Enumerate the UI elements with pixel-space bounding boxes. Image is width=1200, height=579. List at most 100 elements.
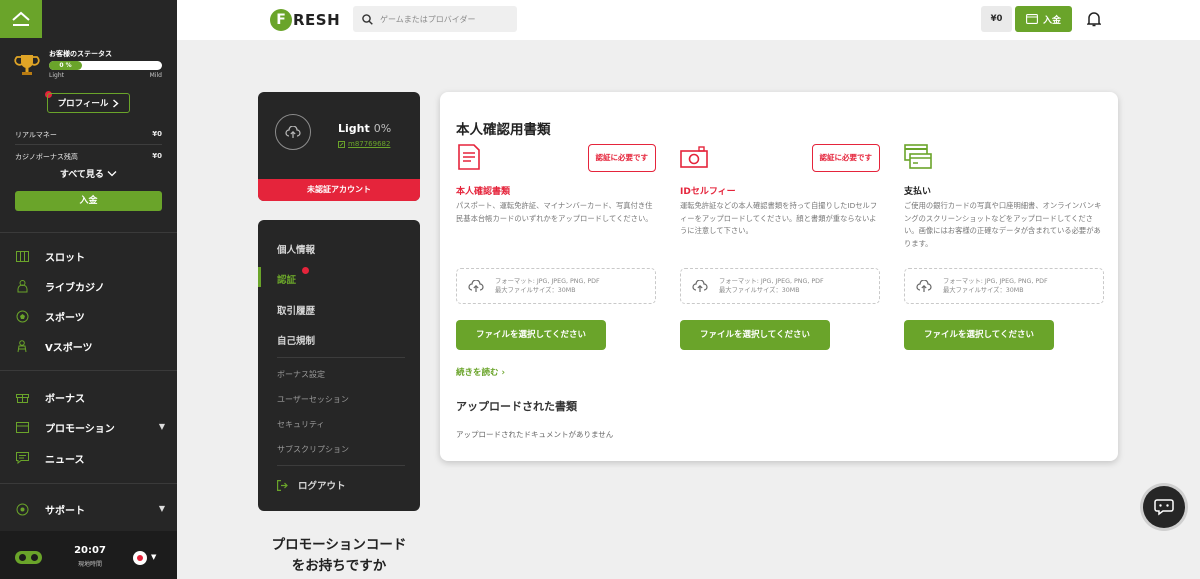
required-badge: 認証に必要です — [811, 144, 880, 172]
menu-item-bonus-settings[interactable]: ボーナス設定 — [277, 369, 325, 380]
balance-value: ¥0 — [152, 152, 162, 160]
doc-description: パスポート、運転免許証、マイナンバーカード、写真付き住民基本台帳カードのいずれか… — [456, 201, 653, 223]
profile-button-label: プロフィール — [57, 99, 109, 109]
read-more-label: 続きを読む — [456, 368, 499, 378]
promo-code-heading: プロモーションコード をお持ちですか — [258, 535, 420, 577]
balance-label: カジノボーナス残高 — [15, 153, 78, 161]
file-drop-zone[interactable]: フォーマット: JPG, JPEG, PNG, PDF 最大ファイルサイズ：30M… — [456, 268, 656, 304]
see-all-toggle[interactable]: すべて見る — [0, 167, 177, 180]
doc-description: ご使用の銀行カードの写真や口座明細書、オンラインバンキングのスクリーンショットな… — [904, 201, 1102, 248]
sidebar-item-label: スポーツ — [45, 312, 85, 324]
promo-line: プロモーションコード — [271, 537, 407, 553]
edit-icon — [338, 140, 345, 148]
balance-label: リアルマネー — [15, 131, 57, 139]
chat-icon — [1154, 499, 1174, 516]
soccer-ball-icon — [16, 310, 28, 322]
balance-value: ¥0 — [152, 130, 162, 138]
language-flag-icon[interactable] — [133, 551, 147, 565]
menu-item-transactions[interactable]: 取引履歴 — [277, 303, 315, 317]
vsport-icon — [17, 339, 27, 352]
sidebar-item-slots[interactable]: スロット — [15, 247, 165, 265]
promo-line: をお持ちですか — [291, 558, 387, 574]
menu-item-verification[interactable]: 認証 — [277, 272, 296, 286]
select-file-button[interactable]: ファイルを選択してください — [904, 320, 1054, 350]
slot-icon — [15, 250, 29, 262]
required-badge: 認証に必要です — [587, 144, 656, 172]
level-to: Mild — [149, 72, 162, 79]
sidebar-item-sports[interactable]: スポーツ — [15, 307, 165, 325]
home-button[interactable] — [0, 0, 42, 38]
status-progress-bar: 0 % — [49, 61, 162, 70]
account-level-name: Light — [338, 122, 370, 135]
file-max-size: 最大ファイルサイズ：30MB — [495, 287, 576, 294]
file-drop-zone[interactable]: フォーマット: JPG, JPEG, PNG, PDF 最大ファイルサイズ：30M… — [680, 268, 880, 304]
file-formats: フォーマット: JPG, JPEG, PNG, PDF — [719, 278, 824, 285]
clock-label: 現地時間 — [77, 561, 102, 568]
sidebar-item-label: ニュース — [45, 454, 85, 466]
account-level-percent: 0% — [373, 122, 392, 135]
read-more-link[interactable]: 続きを読む › — [456, 366, 505, 378]
sidebar-item-news[interactable]: ニュース — [15, 449, 165, 467]
caret-down-icon: ▼ — [158, 422, 165, 431]
file-max-size: 最大ファイルサイズ：30MB — [719, 287, 800, 294]
account-menu: 個人情報 認証 取引履歴 自己規制 ボーナス設定 ユーザーセッション セキュリテ… — [258, 220, 420, 511]
document-icon — [458, 144, 480, 170]
avatar[interactable] — [275, 114, 311, 150]
header-deposit-button[interactable]: 入金 — [1015, 6, 1072, 32]
search-icon — [362, 13, 373, 25]
bell-icon[interactable] — [1087, 11, 1101, 27]
divider — [0, 232, 177, 233]
select-file-button[interactable]: ファイルを選択してください — [456, 320, 606, 350]
sidebar-item-support[interactable]: サポート ▼ — [15, 500, 165, 518]
doc-title: 支払い — [904, 187, 932, 197]
theme-toggle[interactable] — [15, 551, 42, 564]
status-title: お客様のステータス — [49, 50, 112, 58]
payment-card-icon — [904, 144, 932, 169]
divider — [0, 483, 177, 484]
sidebar-item-label: Vスポーツ — [45, 342, 93, 354]
menu-item-security[interactable]: セキュリティ — [277, 419, 325, 430]
balance-row-bonus: カジノボーナス残高 ¥0 — [15, 152, 162, 162]
divider — [15, 144, 162, 145]
header-balance[interactable]: ¥0 — [981, 6, 1012, 32]
see-all-label: すべて見る — [59, 170, 104, 180]
menu-item-user-sessions[interactable]: ユーザーセッション — [277, 394, 349, 405]
sidebar: お客様のステータス 0 % Light Mild プロフィール リアルマネー ¥… — [0, 0, 177, 579]
doc-title: IDセルフィー — [680, 187, 736, 197]
sidebar-deposit-button[interactable]: 入金 — [15, 191, 162, 211]
divider — [0, 370, 177, 371]
sidebar-item-vsports[interactable]: Vスポーツ — [15, 337, 165, 355]
select-file-button[interactable]: ファイルを選択してください — [680, 320, 830, 350]
status-progress-label: 0 % — [49, 61, 82, 70]
logout-label: ログアウト — [298, 481, 346, 492]
logout-button[interactable]: ログアウト — [277, 478, 346, 492]
wallet-icon — [1026, 14, 1038, 24]
sidebar-item-bonus[interactable]: ボーナス — [15, 388, 165, 406]
account-level: Light 0% — [338, 122, 391, 135]
menu-item-self-exclusion[interactable]: 自己規制 — [277, 333, 315, 347]
file-drop-zone[interactable]: フォーマット: JPG, JPEG, PNG, PDF 最大ファイルサイズ：30M… — [904, 268, 1104, 304]
notification-dot — [302, 267, 309, 274]
chat-button[interactable] — [1143, 486, 1185, 528]
sidebar-item-live-casino[interactable]: ライブカジノ — [15, 277, 165, 295]
uploaded-docs-heading: アップロードされた書類 — [456, 400, 577, 413]
account-id-link[interactable]: m87769682 — [338, 140, 390, 148]
logo[interactable]: F RESH — [270, 8, 340, 32]
caret-down-icon[interactable]: ▼ — [151, 553, 156, 561]
page-title: 本人確認用書類 — [456, 122, 551, 138]
sidebar-item-label: スロット — [45, 252, 85, 264]
menu-item-personal-info[interactable]: 個人情報 — [277, 242, 315, 256]
profile-button[interactable]: プロフィール — [47, 93, 130, 113]
upload-cloud-icon — [916, 279, 932, 292]
header-deposit-label: 入金 — [1042, 15, 1061, 26]
sidebar-item-promotions[interactable]: プロモーション ▼ — [15, 418, 165, 436]
sidebar-footer: 20:07 現地時間 ▼ — [0, 531, 177, 579]
search-input[interactable]: ゲームまたはプロバイダー — [353, 6, 517, 32]
news-icon — [15, 452, 29, 464]
search-placeholder: ゲームまたはプロバイダー — [380, 14, 476, 24]
logout-icon — [277, 479, 288, 491]
menu-item-subscriptions[interactable]: サブスクリプション — [277, 444, 349, 455]
divider — [277, 465, 405, 466]
file-formats: フォーマット: JPG, JPEG, PNG, PDF — [495, 278, 600, 285]
gift-icon — [15, 394, 29, 403]
